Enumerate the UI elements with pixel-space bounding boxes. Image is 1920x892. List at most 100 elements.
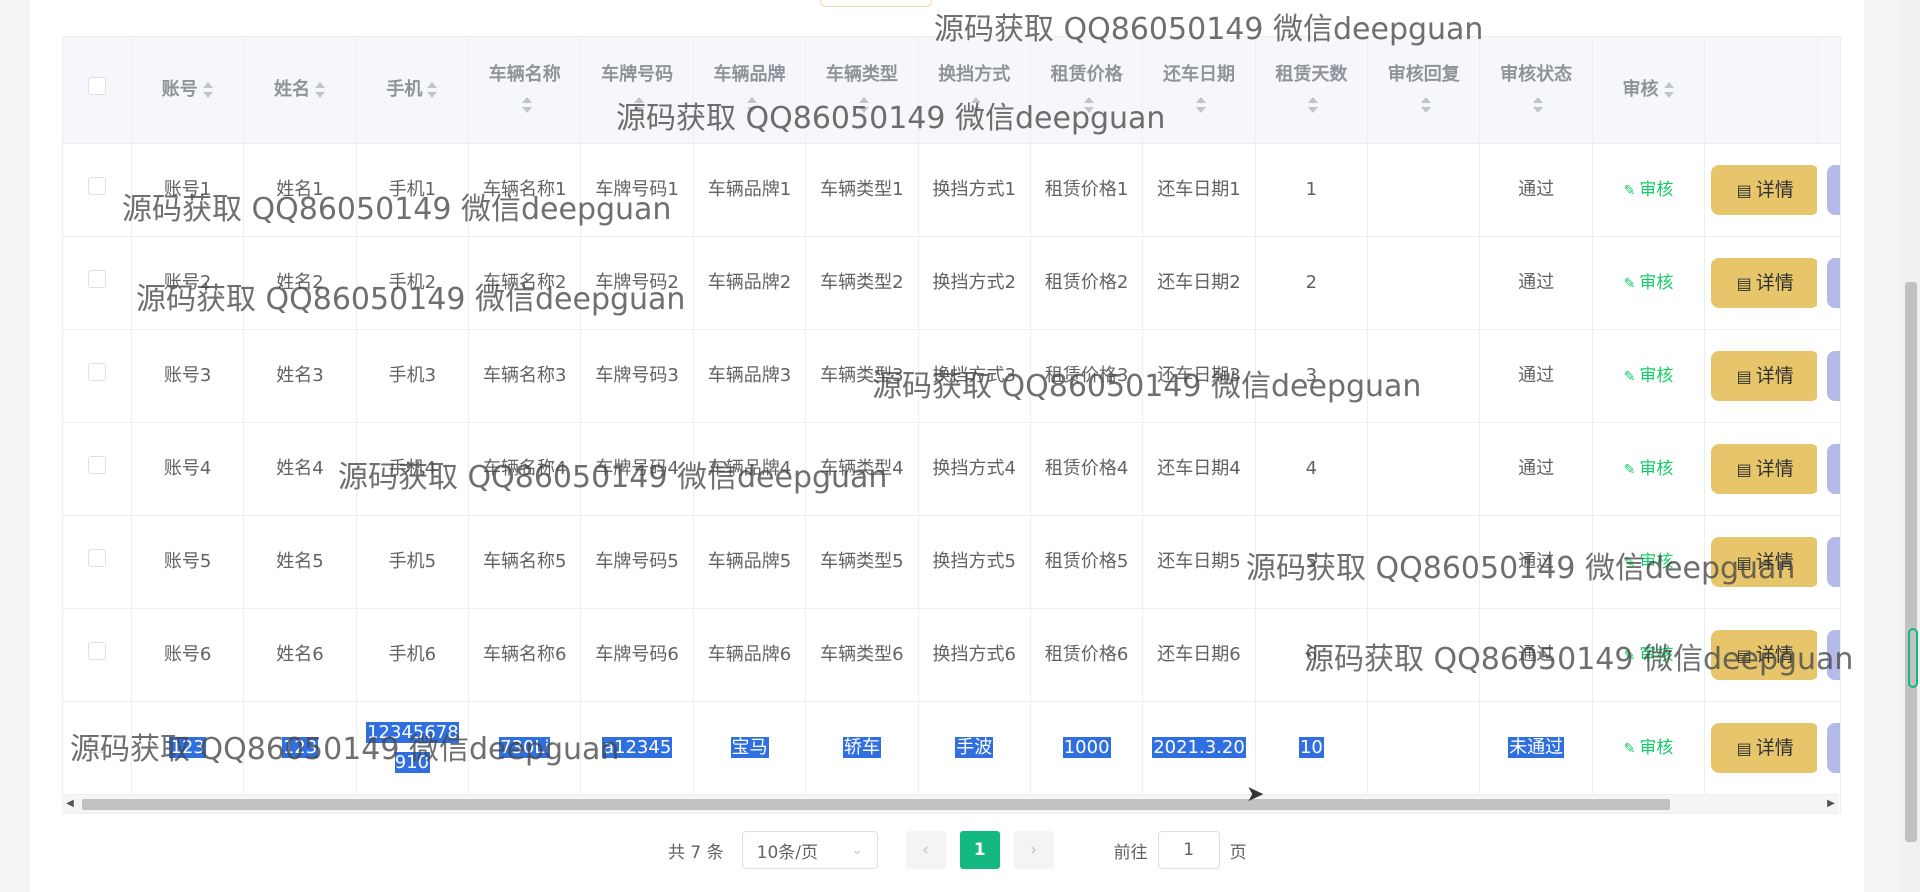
scroll-left-icon[interactable]: ◀ (62, 795, 78, 813)
detail-button[interactable]: ▤ 详情 (1711, 351, 1818, 401)
audit-link[interactable]: ✎ 审核 (1624, 366, 1674, 386)
scroll-right-icon[interactable]: ▶ (1823, 795, 1839, 813)
cell-status: 通过 (1479, 422, 1593, 516)
select-all-checkbox[interactable] (87, 77, 106, 95)
document-icon: ▤ (1736, 739, 1752, 758)
column-header-account[interactable]: 账号 (131, 37, 245, 144)
cell-audit: ✎ 审核 (1592, 608, 1706, 702)
page-unit-label: 页 (1229, 842, 1247, 863)
audit-link[interactable]: ✎ 审核 (1624, 459, 1674, 479)
page-jumper: 前往 1 页 (1114, 831, 1247, 869)
cell-audit: ✎ 审核 (1592, 422, 1706, 516)
next-action-button[interactable] (1827, 258, 1840, 308)
detail-button[interactable]: ▤ 详情 (1711, 258, 1818, 308)
next-action-button[interactable] (1827, 444, 1840, 494)
next-action-button[interactable] (1827, 351, 1840, 401)
row-checkbox[interactable] (87, 270, 106, 288)
cell-price: 租赁价格1 (1030, 143, 1144, 237)
column-header-brand[interactable]: 车辆品牌 (693, 37, 807, 144)
next-action-button[interactable] (1827, 537, 1840, 587)
column-header-vehicle-name[interactable]: 车辆名称 (468, 37, 582, 144)
sort-icon[interactable] (426, 82, 438, 98)
edit-icon: ✎ (1623, 275, 1636, 292)
document-icon: ▤ (1736, 274, 1752, 293)
audit-link[interactable]: ✎ 审核 (1624, 273, 1674, 293)
sort-icon[interactable] (1195, 97, 1207, 113)
row-select-cell[interactable] (63, 422, 132, 516)
select-all-cell[interactable] (63, 37, 132, 144)
detail-button[interactable]: ▤ 详情 (1711, 165, 1818, 215)
column-header-audit[interactable]: 审核 (1592, 37, 1706, 144)
sort-icon[interactable] (202, 82, 214, 98)
table-row: 账号4 姓名4 手机4 车辆名称4 车牌号码4 车辆品牌4 车辆类型4 换挡方式4 租赁价格4 还… (63, 422, 1840, 516)
next-action-button[interactable] (1827, 723, 1840, 773)
row-select-cell[interactable] (63, 608, 132, 702)
row-checkbox[interactable] (87, 177, 106, 195)
column-header-type[interactable]: 车辆类型 (805, 37, 919, 144)
column-header-plate[interactable]: 车牌号码 (580, 37, 694, 144)
column-header-price[interactable]: 租赁价格 (1030, 37, 1144, 144)
cell-audit: ✎ 审核 (1592, 701, 1706, 795)
horizontal-scrollbar[interactable]: ◀ ▶ (62, 794, 1839, 813)
column-header-reply[interactable]: 审核回复 (1367, 37, 1481, 144)
row-select-cell[interactable] (63, 515, 132, 609)
column-header-name[interactable]: 姓名 (243, 37, 357, 144)
audit-link[interactable]: ✎ 审核 (1624, 180, 1674, 200)
detail-button[interactable]: ▤ 详情 (1711, 723, 1818, 773)
cell-name: 123 (243, 701, 357, 795)
cell-phone: 手机4 (356, 422, 470, 516)
prev-page-button[interactable]: ‹ (905, 831, 946, 869)
row-select-cell[interactable] (63, 143, 132, 237)
cell-brand: 宝马 (693, 701, 807, 795)
sort-icon[interactable] (1083, 97, 1095, 113)
sort-icon[interactable] (858, 97, 870, 113)
column-header-gear[interactable]: 换挡方式 (918, 37, 1031, 144)
page-size-select[interactable]: 10条/页 ⌄ (741, 831, 878, 869)
audit-link[interactable]: ✎ 审核 (1624, 552, 1674, 572)
top-tag-edge (820, 0, 932, 7)
detail-button[interactable]: ▤ 详情 (1711, 537, 1818, 587)
row-select-cell[interactable] (63, 236, 132, 330)
sort-icon[interactable] (1532, 97, 1544, 113)
audit-link[interactable]: ✎ 审核 (1624, 738, 1674, 758)
row-select-cell[interactable] (63, 329, 132, 423)
horizontal-scroll-thumb[interactable] (82, 799, 1670, 810)
detail-button[interactable]: ▤ 详情 (1711, 630, 1818, 680)
cell-reply (1367, 515, 1481, 609)
row-checkbox[interactable] (87, 363, 106, 381)
page-number-button[interactable]: 1 (959, 831, 1000, 869)
table-row: 账号3 姓名3 手机3 车辆名称3 车牌号码3 车辆品牌3 车辆类型3 换挡方式3 租赁价格3 还… (63, 329, 1840, 423)
column-header-phone[interactable]: 手机 (356, 37, 470, 144)
vertical-scroll-thumb[interactable] (1905, 282, 1917, 842)
vertical-scrollbar[interactable] (1902, 0, 1920, 892)
sort-icon[interactable] (1663, 82, 1675, 98)
sort-icon[interactable] (521, 97, 533, 113)
row-select-cell[interactable] (63, 701, 132, 795)
cell-vehicle-name: 730Li (468, 701, 582, 795)
edit-icon: ✎ (1623, 740, 1636, 757)
edit-icon: ✎ (1623, 461, 1636, 478)
cell-plate: 车牌号码3 (580, 329, 694, 423)
detail-button[interactable]: ▤ 详情 (1711, 444, 1818, 494)
column-header-return-date[interactable]: 还车日期 (1142, 37, 1256, 144)
cell-type: 车辆类型2 (805, 236, 919, 330)
cell-reply (1367, 236, 1481, 330)
next-action-button[interactable] (1827, 165, 1840, 215)
sort-icon[interactable] (970, 97, 982, 113)
column-header-status[interactable]: 审核状态 (1479, 37, 1593, 144)
sort-icon[interactable] (633, 97, 645, 113)
sort-icon[interactable] (1307, 97, 1319, 113)
audit-link[interactable]: ✎ 审核 (1624, 645, 1674, 665)
goto-page-input[interactable]: 1 (1157, 831, 1220, 869)
sort-icon[interactable] (746, 97, 758, 113)
sort-icon[interactable] (1420, 97, 1432, 113)
next-page-button[interactable]: › (1013, 831, 1054, 869)
next-action-button[interactable] (1827, 630, 1840, 680)
sort-icon[interactable] (314, 82, 326, 98)
row-checkbox[interactable] (87, 549, 106, 567)
row-checkbox[interactable] (87, 456, 106, 474)
column-header-days[interactable]: 租赁天数 (1255, 37, 1369, 144)
row-checkbox[interactable] (87, 642, 106, 660)
row-checkbox[interactable] (87, 735, 106, 753)
cell-type: 车辆类型5 (805, 515, 919, 609)
